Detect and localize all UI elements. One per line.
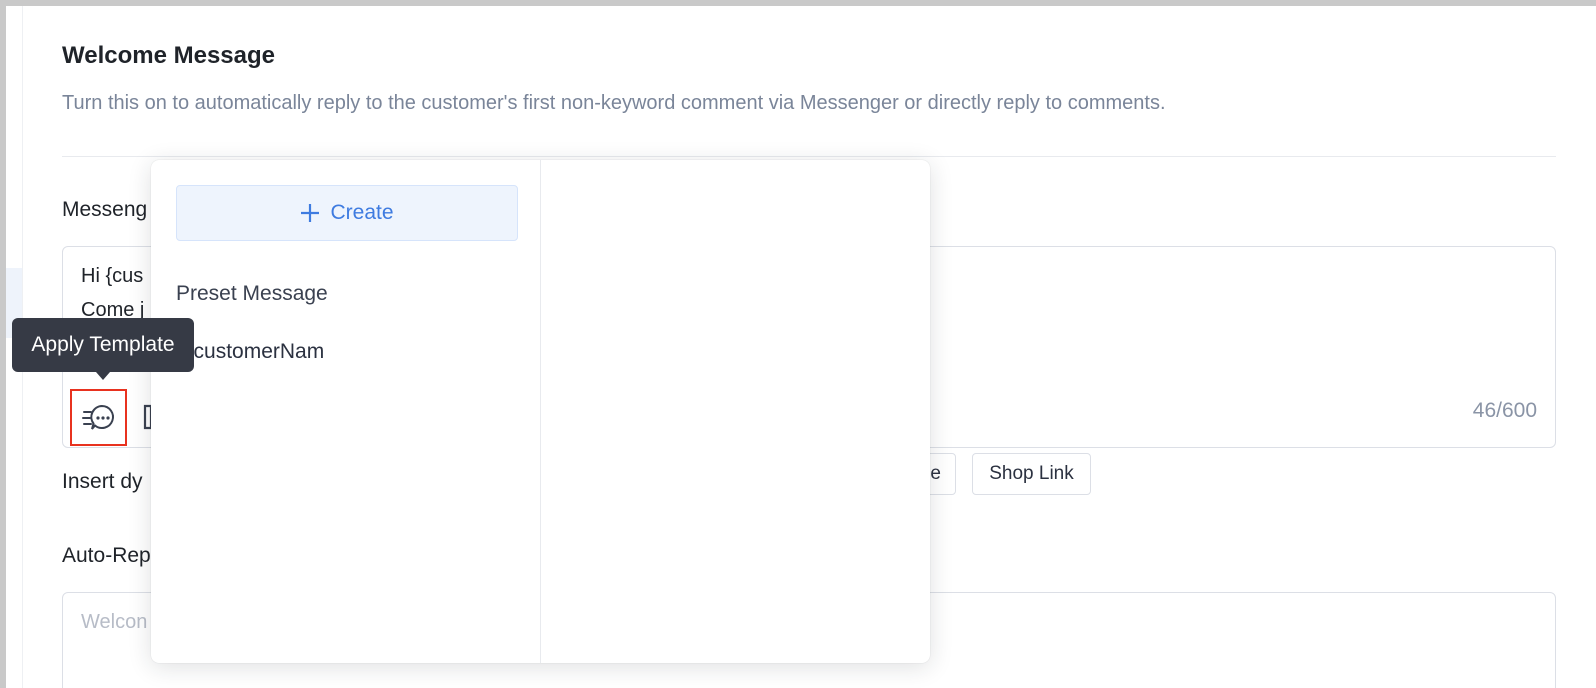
template-popover: Create Preset Message i {customerNam [151,160,930,663]
section-divider [62,156,1556,157]
template-group-label: Preset Message [176,282,328,305]
create-label: Create [330,201,394,224]
tooltip-arrow [96,372,110,380]
auto-reply-placeholder: Welcon [81,611,148,633]
template-item[interactable]: i {customerNam [176,340,324,364]
auto-reply-label: Auto-Rep [62,544,151,567]
shop-link-chip[interactable]: Shop Link [972,453,1091,495]
settings-panel: Welcome Message Turn this on to automati… [6,6,1596,688]
insert-dynamic-label: Insert dy [62,470,143,493]
chat-template-icon [81,404,114,430]
page-title: Welcome Message [62,42,275,69]
messenger-label: Messeng [62,198,148,221]
editor-line-1: Hi {cus [81,265,144,287]
apply-template-button[interactable] [70,389,127,446]
popover-divider [540,160,541,663]
create-template-button[interactable]: Create [176,185,518,241]
plus-icon [301,204,320,222]
character-counter: 46/600 [1472,399,1537,422]
page-description: Turn this on to automatically reply to t… [62,92,1166,114]
apply-template-tooltip: Apply Template [12,318,194,372]
